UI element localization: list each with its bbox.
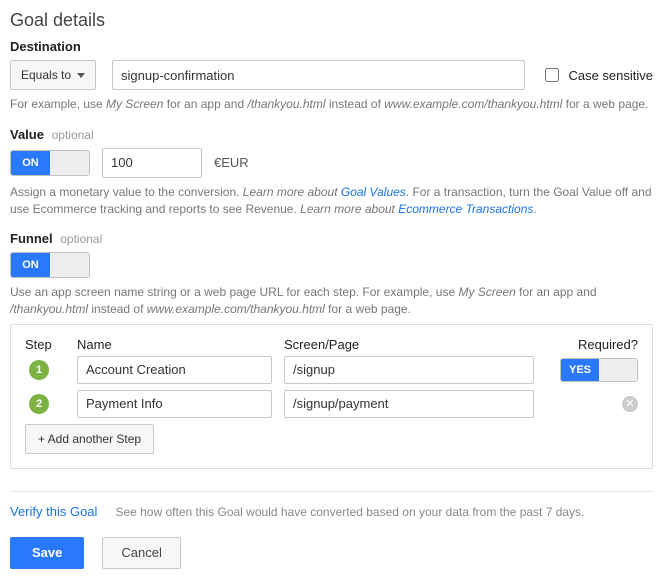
match-type-value: Equals to (21, 68, 71, 82)
funnel-box: Step Name Screen/Page Required? 1 YES 2 … (10, 324, 653, 469)
destination-input[interactable] (112, 60, 525, 90)
step-page-input-2[interactable] (284, 390, 534, 418)
add-step-button[interactable]: + Add another Step (25, 424, 154, 454)
verify-help: See how often this Goal would have conve… (115, 505, 584, 519)
col-header-required: Required? (556, 337, 638, 352)
save-button[interactable]: Save (10, 537, 84, 569)
funnel-step-row: 2 ✕ (25, 390, 638, 418)
value-amount-input[interactable] (102, 148, 202, 178)
page-title: Goal details (10, 10, 653, 31)
case-sensitive-label: Case sensitive (568, 68, 653, 83)
step-name-input-2[interactable] (77, 390, 272, 418)
funnel-step-row: 1 YES (25, 356, 638, 384)
value-toggle-on: ON (11, 151, 50, 175)
cancel-button[interactable]: Cancel (102, 537, 180, 569)
remove-step-icon[interactable]: ✕ (622, 396, 638, 412)
step-number-1: 1 (29, 360, 49, 380)
funnel-toggle-off (50, 253, 89, 277)
value-toggle-off (50, 151, 89, 175)
case-sensitive-checkbox[interactable]: Case sensitive (541, 65, 653, 85)
chevron-down-icon (77, 73, 85, 78)
step-required-toggle-1[interactable]: YES (560, 358, 638, 382)
match-type-dropdown[interactable]: Equals to (10, 60, 96, 90)
col-header-page: Screen/Page (284, 337, 534, 352)
ecommerce-transactions-link[interactable]: Ecommerce Transactions (398, 202, 533, 216)
value-currency: €EUR (214, 155, 249, 170)
col-header-name: Name (77, 337, 272, 352)
value-toggle[interactable]: ON (10, 150, 90, 176)
funnel-toggle-on: ON (11, 253, 50, 277)
funnel-optional: optional (60, 232, 102, 246)
step-page-input-1[interactable] (284, 356, 534, 384)
case-sensitive-box[interactable] (545, 68, 559, 82)
step-required-yes: YES (561, 359, 599, 381)
funnel-label: Funnel (10, 231, 53, 246)
value-help: Assign a monetary value to the conversio… (10, 184, 653, 218)
destination-label: Destination (10, 39, 653, 54)
col-header-step: Step (25, 337, 65, 352)
verify-goal-link[interactable]: Verify this Goal (10, 504, 97, 519)
step-name-input-1[interactable] (77, 356, 272, 384)
value-label: Value (10, 127, 44, 142)
funnel-toggle[interactable]: ON (10, 252, 90, 278)
value-optional: optional (52, 128, 94, 142)
divider (10, 491, 653, 492)
step-number-2: 2 (29, 394, 49, 414)
destination-help: For example, use My Screen for an app an… (10, 96, 653, 113)
goal-values-link[interactable]: Goal Values (341, 185, 406, 199)
funnel-help: Use an app screen name string or a web p… (10, 284, 653, 318)
